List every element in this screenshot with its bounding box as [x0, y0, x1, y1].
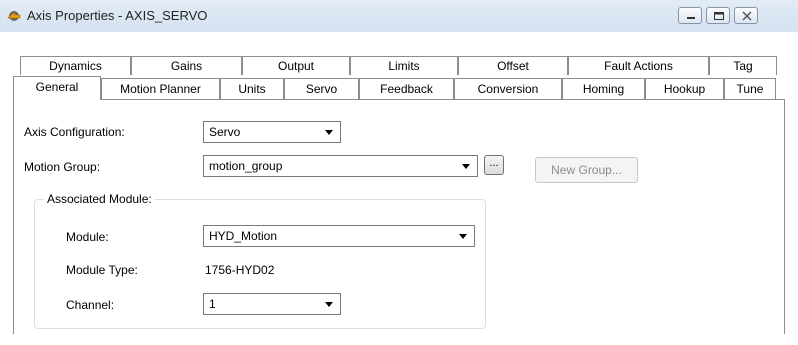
axis-configuration-label: Axis Configuration:: [24, 125, 125, 139]
associated-module-label: Associated Module:: [44, 192, 155, 206]
tab-tag[interactable]: Tag: [709, 56, 777, 75]
tab-conversion[interactable]: Conversion: [454, 78, 562, 99]
module-value: HYD_Motion: [209, 229, 278, 243]
tab-general[interactable]: General: [13, 76, 101, 100]
tab-feedback[interactable]: Feedback: [359, 78, 454, 99]
motion-group-label: Motion Group:: [24, 160, 101, 174]
axis-configuration-value: Servo: [209, 125, 241, 139]
tab-output[interactable]: Output: [242, 56, 350, 75]
tab-units[interactable]: Units: [220, 78, 284, 99]
tab-dynamics[interactable]: Dynamics: [20, 56, 131, 75]
module-type-value: 1756-HYD02: [205, 263, 275, 277]
tab-row-back: Dynamics Gains Output Limits Offset Faul…: [20, 56, 777, 75]
tab-panel-top-border: [13, 99, 785, 100]
motion-group-select[interactable]: motion_group: [203, 155, 478, 177]
tab-tune[interactable]: Tune: [724, 78, 776, 99]
motion-group-value: motion_group: [209, 159, 283, 173]
maximize-button[interactable]: [706, 7, 730, 24]
chevron-down-icon: [459, 234, 467, 239]
chevron-down-icon: [325, 302, 333, 307]
chevron-down-icon: [325, 130, 333, 135]
tab-panel-left-border: [13, 99, 14, 345]
chevron-down-icon: [462, 164, 470, 169]
motion-group-browse-button[interactable]: ...: [484, 155, 504, 175]
channel-label: Channel:: [66, 298, 115, 312]
close-button[interactable]: [734, 7, 758, 24]
tab-panel-right-border: [784, 99, 785, 345]
module-type-label: Module Type:: [66, 263, 138, 277]
tab-row-front: General Motion Planner Units Servo Feedb…: [13, 76, 776, 100]
tab-offset[interactable]: Offset: [458, 56, 568, 75]
tab-limits[interactable]: Limits: [350, 56, 458, 75]
channel-select[interactable]: 1: [203, 293, 341, 315]
window-title: Axis Properties - AXIS_SERVO: [27, 8, 208, 23]
new-group-button[interactable]: New Group...: [535, 157, 638, 183]
tab-gains[interactable]: Gains: [131, 56, 242, 75]
channel-value: 1: [209, 297, 216, 311]
clipped-bottom-area: [0, 334, 798, 345]
minimize-button[interactable]: [678, 7, 702, 24]
window-title-bar: Axis Properties - AXIS_SERVO: [0, 0, 798, 32]
tab-hookup[interactable]: Hookup: [645, 78, 724, 99]
tab-fault-actions[interactable]: Fault Actions: [568, 56, 709, 75]
tab-servo[interactable]: Servo: [284, 78, 359, 99]
module-select[interactable]: HYD_Motion: [203, 225, 475, 247]
module-label: Module:: [66, 230, 109, 244]
axis-configuration-select[interactable]: Servo: [203, 121, 341, 143]
tab-homing[interactable]: Homing: [562, 78, 645, 99]
gear-axis-icon: [6, 8, 22, 24]
tab-motion-planner[interactable]: Motion Planner: [101, 78, 220, 99]
